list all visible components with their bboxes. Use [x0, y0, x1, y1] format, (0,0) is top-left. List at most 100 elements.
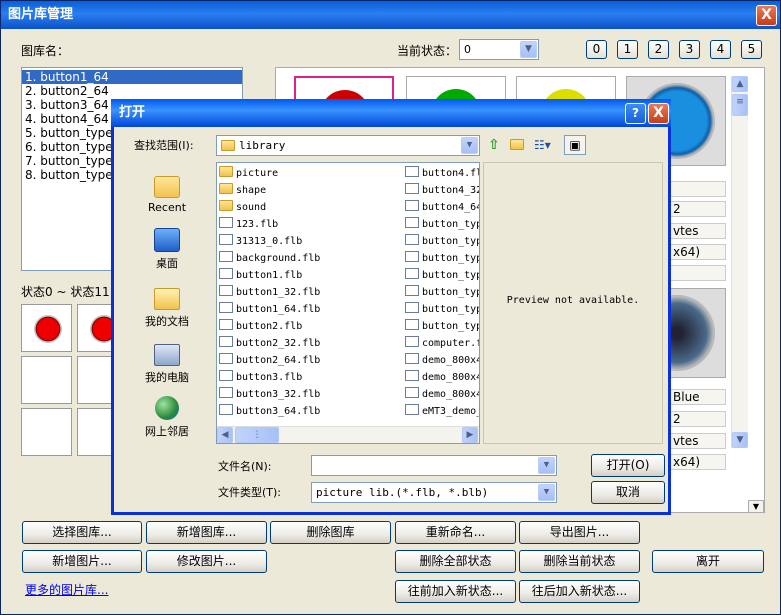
chevron-down-icon[interactable]: ▼ [538, 457, 555, 474]
file-item[interactable]: button3_64.flb [219, 403, 399, 420]
scroll-up-icon[interactable]: ▲ [732, 76, 748, 92]
chevron-down-icon[interactable]: ▼ [461, 137, 478, 154]
file-item[interactable]: button1_64.flb [219, 301, 399, 318]
file-item[interactable]: button1_32.flb [219, 284, 399, 301]
file-item[interactable]: button_typ [405, 284, 479, 301]
file-item[interactable]: demo_800x4 [405, 352, 479, 369]
preview-scrollbar[interactable]: ▲ ≡ ▼ [731, 76, 748, 448]
file-item[interactable]: 31313_0.flb [219, 233, 399, 250]
look-in-select[interactable]: library ▼ [216, 135, 480, 156]
place-desktop[interactable]: 桌面 [131, 228, 203, 271]
file-icon [405, 404, 419, 415]
scroll-thumb[interactable]: ⋮ [235, 427, 279, 443]
file-type-select[interactable]: picture lib.(*.flb, *.blb) ▼ [311, 482, 557, 503]
chevron-down-icon[interactable]: ▼ [538, 484, 555, 501]
prop-value: x64) [670, 454, 726, 470]
preview-toggle-icon[interactable]: ▣ [564, 135, 586, 155]
file-name: button3_64.flb [236, 406, 321, 417]
rename-button[interactable]: 重新命名... [395, 521, 516, 544]
state-button-0[interactable]: 0 [586, 40, 607, 59]
scroll-down-icon[interactable]: ▼ [732, 432, 748, 448]
state-cell-4[interactable] [21, 408, 72, 456]
open-button[interactable]: 打开(O) [591, 454, 665, 477]
scroll-right-icon[interactable]: ▶ [462, 427, 478, 443]
state-button-2[interactable]: 2 [648, 40, 669, 59]
file-item[interactable]: button4_64 [405, 199, 479, 216]
file-list-hscrollbar[interactable]: ◀ ⋮ ▶ [217, 426, 479, 443]
add-state-before-button[interactable]: 往前加入新状态... [395, 580, 516, 603]
state-button-1[interactable]: 1 [617, 40, 638, 59]
file-name: button1.flb [236, 270, 303, 281]
file-item[interactable]: button_typ [405, 216, 479, 233]
place-network[interactable]: 网上邻居 [131, 396, 203, 439]
folder-item[interactable]: picture [219, 165, 399, 182]
folder-item[interactable]: sound [219, 199, 399, 216]
new-library-button[interactable]: 新增图库... [146, 521, 267, 544]
close-button[interactable]: X [756, 5, 777, 26]
place-label: 桌面 [156, 257, 178, 270]
new-folder-icon[interactable] [510, 139, 526, 151]
edit-picture-button[interactable]: 修改图片... [146, 550, 267, 573]
file-item[interactable]: button1.flb [219, 267, 399, 284]
file-item[interactable]: 123.flb [219, 216, 399, 233]
library-list-item[interactable]: 2. button2_64 [22, 84, 242, 98]
state-select[interactable]: 0 ▼ [459, 39, 539, 60]
delete-current-state-button[interactable]: 删除当前状态 [519, 550, 640, 573]
file-item[interactable]: eMT3_demo_ [405, 403, 479, 420]
library-list-item[interactable]: 1. button1_64 [22, 70, 242, 84]
cancel-button[interactable]: 取消 [591, 481, 665, 504]
place-my-computer[interactable]: 我的电脑 [131, 340, 203, 385]
file-name: button_typ [422, 253, 479, 264]
file-item[interactable]: computer.f [405, 335, 479, 352]
file-item[interactable]: button_typ [405, 318, 479, 335]
file-item[interactable]: button4_32 [405, 182, 479, 199]
add-state-after-button[interactable]: 往后加入新状态... [519, 580, 640, 603]
preview-text: Preview not available. [506, 295, 640, 306]
file-item[interactable]: button_typ [405, 250, 479, 267]
chevron-down-icon[interactable]: ▼ [520, 41, 537, 58]
help-button[interactable]: ? [625, 103, 646, 124]
scroll-left-icon[interactable]: ◀ [217, 427, 233, 443]
file-item[interactable]: button_typ [405, 267, 479, 284]
export-picture-button[interactable]: 导出图片... [519, 521, 640, 544]
file-name: button3_32.flb [236, 389, 321, 400]
scroll-thumb[interactable]: ≡ [732, 94, 748, 116]
file-item[interactable]: button2_64.flb [219, 352, 399, 369]
file-name-input[interactable]: ▼ [311, 455, 557, 476]
more-libraries-link[interactable]: 更多的图片库... [25, 581, 108, 598]
file-item[interactable]: button_typ [405, 233, 479, 250]
place-my-documents[interactable]: 我的文档 [131, 284, 203, 329]
prop-value: Blue [670, 389, 726, 405]
file-item[interactable]: background.flb [219, 250, 399, 267]
file-item[interactable]: button_typ [405, 301, 479, 318]
file-name: button1_64.flb [236, 304, 321, 315]
select-library-button[interactable]: 选择图库... [22, 521, 142, 544]
folder-icon [219, 183, 233, 194]
place-recent[interactable]: Recent [131, 172, 203, 214]
delete-library-button[interactable]: 删除图库 [270, 521, 391, 544]
state-button-4[interactable]: 4 [710, 40, 731, 59]
file-name: button2.flb [236, 321, 303, 332]
chevron-down-icon[interactable]: ▼ [748, 500, 764, 513]
state-cell-2[interactable] [21, 356, 72, 404]
file-item[interactable]: button2_32.flb [219, 335, 399, 352]
dialog-close-button[interactable]: X [648, 103, 669, 124]
file-item[interactable]: demo_800x4 [405, 386, 479, 403]
delete-all-states-button[interactable]: 删除全部状态 [395, 550, 516, 573]
file-item[interactable]: demo_800x4 [405, 369, 479, 386]
leave-button[interactable]: 离开 [652, 550, 764, 573]
state-button-3[interactable]: 3 [679, 40, 700, 59]
state-cell-0[interactable] [21, 304, 72, 352]
state-button-5[interactable]: 5 [741, 40, 762, 59]
file-list[interactable]: picture shape sound 123.flb 31313_0.flb backg… [216, 162, 480, 444]
folder-item[interactable]: shape [219, 182, 399, 199]
up-folder-icon[interactable]: ⇧ [486, 137, 502, 153]
file-item[interactable]: button3_32.flb [219, 386, 399, 403]
new-picture-button[interactable]: 新增图片... [22, 550, 142, 573]
file-item[interactable]: button4.fl [405, 165, 479, 182]
file-item[interactable]: button2.flb [219, 318, 399, 335]
view-menu-icon[interactable]: ☷▾ [534, 138, 556, 152]
file-item[interactable]: button3.flb [219, 369, 399, 386]
file-icon [405, 353, 419, 364]
library-name-label: 图库名： [21, 44, 70, 58]
